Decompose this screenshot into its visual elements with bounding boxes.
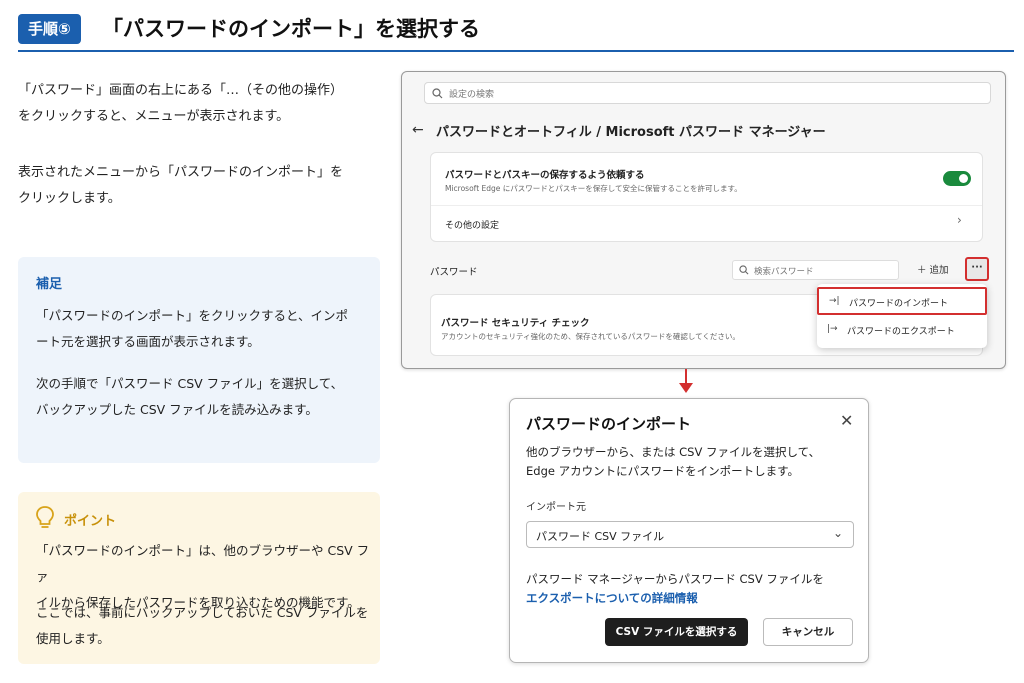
import-source-label: インポート元 [526,502,586,513]
dialog-title: パスワードのインポート [526,415,692,433]
supplement-heading: 補足 [36,277,63,292]
save-setting-desc: Microsoft Edge にパスワードとパスキーを保存して安全に保管すること… [445,184,742,193]
step-title: 「パスワードのインポート」を選択する [102,17,480,41]
step-header: 手順⑤ 「パスワードのインポート」を選択する [18,10,1014,52]
password-search-input[interactable]: 検索パスワード [732,260,899,280]
intro-line: 表示されたメニューから「パスワードのインポート」を [18,165,344,180]
dialog-desc-line: 他のブラウザーから、または CSV ファイルを選択して、 [526,445,821,459]
intro-line: クリックします。 [18,191,121,206]
supplement-text-1: 「パスワードのインポート」をクリックすると、インポ ート元を選択する画面が表示さ… [36,303,372,355]
password-search-placeholder: 検索パスワード [754,267,814,277]
point-text-2: ここでは、事前にバックアップしておいた CSV ファイルを 使用します。 [36,600,372,652]
intro-line: 「パスワード」画面の右上にある「…（その他の操作） [18,83,344,98]
chevron-right-icon: › [957,213,962,227]
point-line: ここでは、事前にバックアップしておいた CSV ファイルを [36,605,369,620]
add-label: 追加 [929,265,949,276]
supplement-line: 「パスワードのインポート」をクリックすると、インポ [36,308,349,323]
divider [431,205,982,206]
intro-line: をクリックすると、メニューが表示されます。 [18,109,290,124]
export-info-link[interactable]: エクスポートについての詳細情報 [526,590,698,606]
back-arrow-icon[interactable]: ← [412,122,424,138]
step-badge: 手順⑤ [18,14,81,44]
chevron-down-icon: ⌄ [833,526,844,540]
security-check-desc: アカウントのセキュリティ強化のため、保存されているパスワードを確認してください。 [441,332,740,341]
import-source-value: パスワード CSV ファイル [536,530,665,543]
edge-settings-screenshot: 設定の検索 ← パスワードとオートフィル / Microsoft パスワード マ… [401,71,1006,369]
point-line: 使用します。 [36,631,110,646]
import-passwords-dialog: パスワードのインポート ✕ 他のブラウザーから、または CSV ファイルを選択し… [509,398,869,663]
security-check-title: パスワード セキュリティ チェック [441,318,590,329]
search-icon [739,265,749,275]
save-setting-title: パスワードとパスキーの保存するよう依頼する [445,170,645,181]
import-source-select[interactable]: パスワード CSV ファイル ⌄ [526,521,854,548]
menu-item-import-passwords[interactable]: →| パスワードのインポート [817,287,987,315]
save-passwords-toggle[interactable] [943,171,971,186]
lightbulb-icon [36,506,54,528]
settings-page-title: パスワードとオートフィル / Microsoft パスワード マネージャー [436,125,826,140]
dialog-desc-line: Edge アカウントにパスワードをインポートします。 [526,464,799,478]
close-icon[interactable]: ✕ [840,411,853,430]
supplement-box: 補足 「パスワードのインポート」をクリックすると、インポ ート元を選択する画面が… [18,257,380,463]
more-actions-menu: →| パスワードのインポート |→ パスワードのエクスポート [817,284,987,348]
point-box: ポイント 「パスワードのインポート」は、他のブラウザーや CSV ファ イルから… [18,492,380,664]
down-arrow-icon [679,383,693,393]
point-line: 「パスワードのインポート」は、他のブラウザーや CSV ファ [36,543,370,584]
import-icon: →| [829,296,840,306]
other-settings-link[interactable]: その他の設定 [445,218,499,231]
passwords-section-label: パスワード [430,267,478,278]
search-icon [432,88,443,99]
menu-item-label: パスワードのインポート [849,299,949,309]
menu-item-export-passwords[interactable]: |→ パスワードのエクスポート [817,317,987,345]
supplement-line: バックアップした CSV ファイルを読み込みます。 [36,402,318,417]
select-csv-button[interactable]: CSV ファイルを選択する [605,618,748,646]
save-settings-card: パスワードとパスキーの保存するよう依頼する Microsoft Edge にパス… [430,152,983,242]
point-heading: ポイント [64,514,117,529]
supplement-text-2: 次の手順で「パスワード CSV ファイル」を選択して、 バックアップした CSV… [36,371,372,423]
cancel-button[interactable]: キャンセル [763,618,853,646]
intro-paragraph-1: 「パスワード」画面の右上にある「…（その他の操作） をクリックすると、メニューが… [18,78,380,130]
add-password-button[interactable]: ＋ 追加 [917,262,949,276]
export-icon: |→ [827,324,838,334]
more-actions-button[interactable]: ··· [965,257,989,281]
dialog-description: 他のブラウザーから、または CSV ファイルを選択して、 Edge アカウントに… [526,443,856,481]
plus-icon: ＋ [917,265,930,276]
settings-search-placeholder: 設定の検索 [449,90,495,100]
menu-item-label: パスワードのエクスポート [847,327,955,337]
dialog-footer-text: パスワード マネージャーからパスワード CSV ファイルを [526,572,824,586]
intro-paragraph-2: 表示されたメニューから「パスワードのインポート」を クリックします。 [18,160,380,212]
supplement-line: ート元を選択する画面が表示されます。 [36,334,260,349]
supplement-line: 次の手順で「パスワード CSV ファイル」を選択して、 [36,376,344,391]
settings-search-input[interactable]: 設定の検索 [424,82,991,104]
